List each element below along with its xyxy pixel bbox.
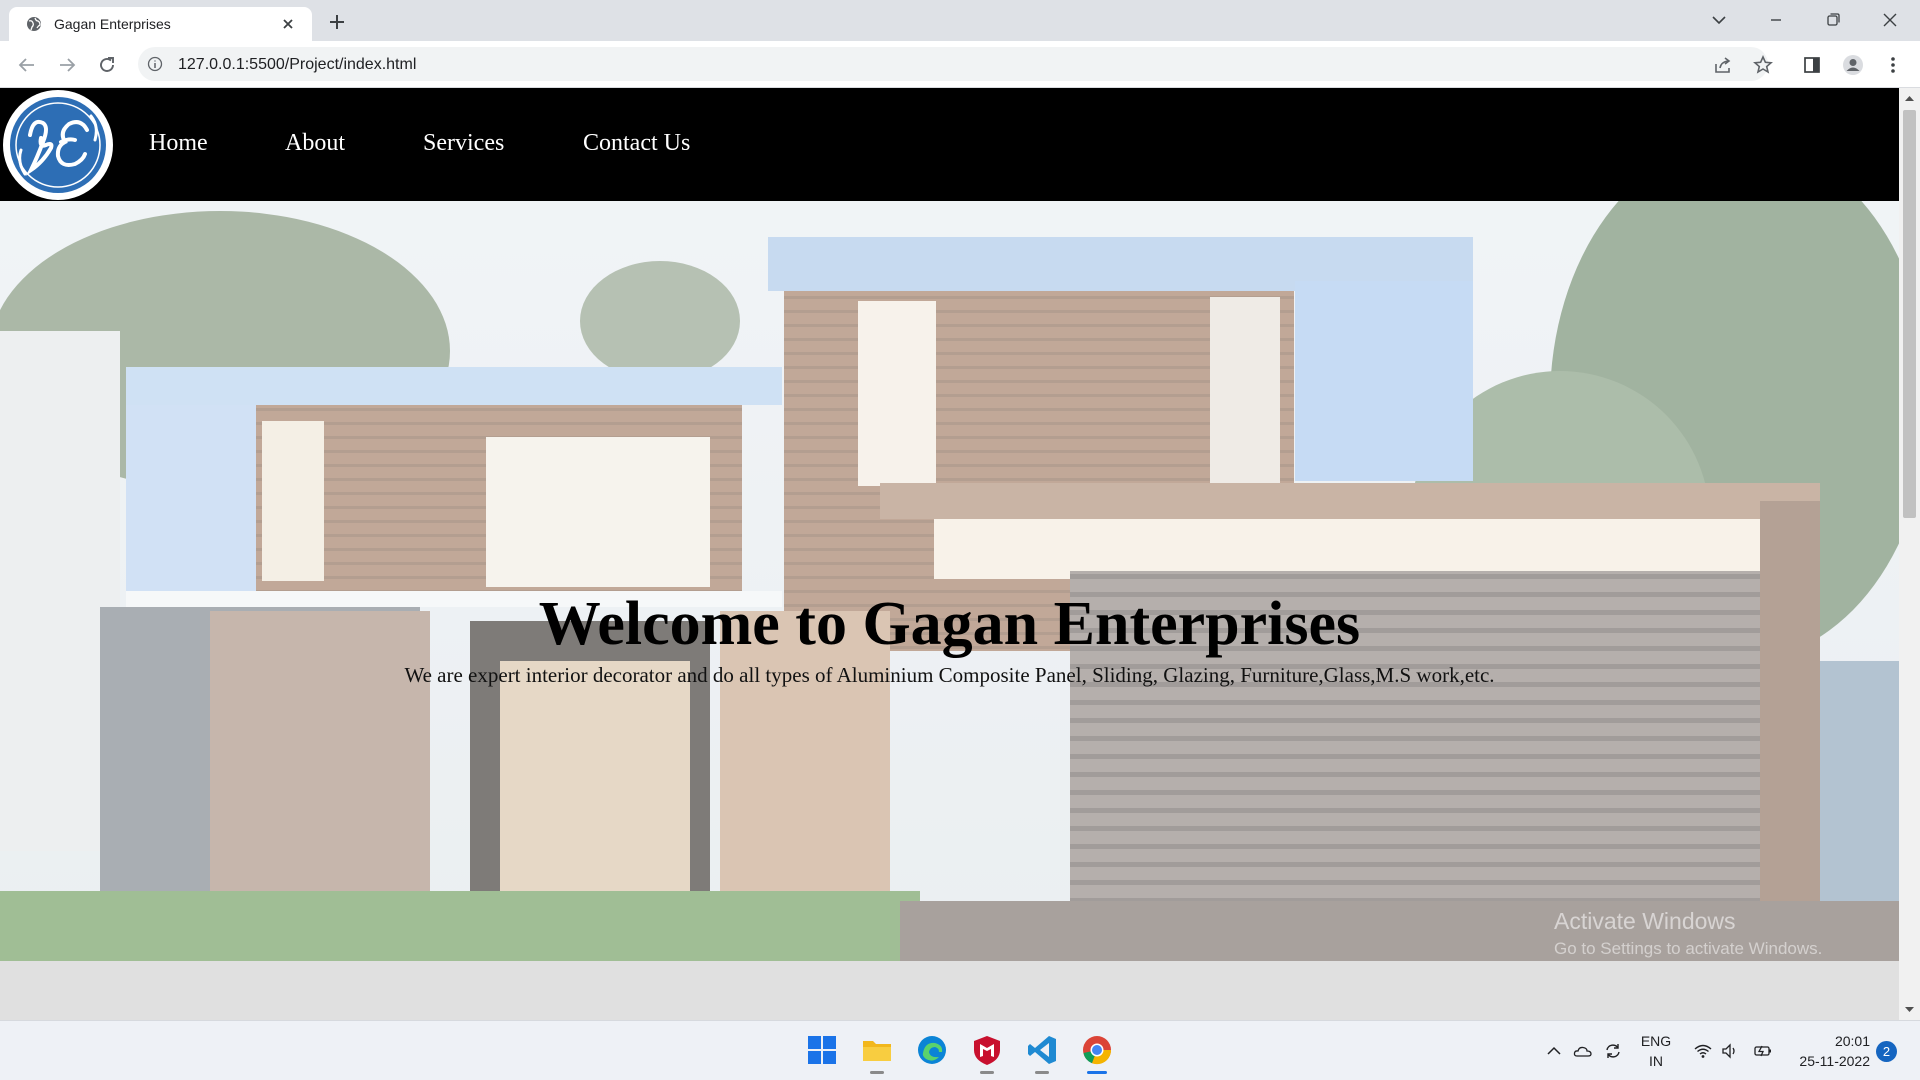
url-text[interactable]: 127.0.0.1:5500/Project/index.html: [178, 56, 416, 74]
chevron-up-icon[interactable]: [1544, 1041, 1564, 1061]
minimize-icon[interactable]: [1763, 8, 1789, 32]
chrome-icon[interactable]: [1080, 1033, 1114, 1067]
page-viewport: Home About Services Contact Us Welcome t…: [0, 88, 1899, 1020]
tab-title: Gagan Enterprises: [54, 16, 171, 32]
ge-monogram-logo[interactable]: [3, 90, 113, 200]
scroll-thumb[interactable]: [1903, 110, 1916, 518]
vscode-icon[interactable]: [1025, 1033, 1059, 1067]
browser-tab-strip: Gagan Enterprises: [0, 0, 1920, 41]
new-tab-icon[interactable]: [326, 11, 348, 33]
site-navbar: Home About Services Contact Us: [0, 88, 1899, 201]
tab-search-icon[interactable]: [1706, 8, 1732, 32]
volume-icon[interactable]: [1720, 1041, 1740, 1061]
nav-about-link[interactable]: About: [285, 130, 345, 157]
globe-icon: [27, 17, 41, 31]
windows-taskbar: ENG IN 20:01 25-11-2022 2: [0, 1020, 1920, 1080]
hero-subtitle: We are expert interior decorator and do …: [404, 663, 1495, 687]
windows-start-icon[interactable]: [805, 1033, 839, 1067]
browser-tab[interactable]: Gagan Enterprises: [9, 7, 312, 41]
clock-date[interactable]: 25-11-2022: [1780, 1053, 1870, 1069]
address-bar[interactable]: 127.0.0.1:5500/Project/index.html: [138, 47, 1768, 81]
bookmark-star-icon[interactable]: [1752, 54, 1774, 76]
mcafee-running-indicator: [980, 1071, 994, 1074]
clock-time[interactable]: 20:01: [1790, 1033, 1870, 1049]
onedrive-cloud-icon[interactable]: [1573, 1041, 1593, 1061]
file-explorer-icon[interactable]: [860, 1033, 894, 1067]
site-info-icon[interactable]: [147, 56, 163, 72]
logo-icon: [5, 92, 111, 198]
scroll-up-arrow-icon[interactable]: [1904, 93, 1915, 104]
activate-windows-title: Activate Windows: [1554, 908, 1736, 934]
vscode-running-indicator: [1035, 1071, 1049, 1074]
restore-icon[interactable]: [1820, 8, 1846, 32]
battery-icon[interactable]: [1753, 1041, 1773, 1061]
browser-toolbar: 127.0.0.1:5500/Project/index.html: [0, 41, 1920, 88]
page-scrollbar[interactable]: [1899, 88, 1920, 1020]
chrome-active-indicator: [1087, 1071, 1107, 1074]
region-indicator[interactable]: IN: [1638, 1053, 1674, 1069]
hero-title: Welcome to Gagan Enterprises: [538, 590, 1361, 658]
reload-icon[interactable]: [96, 54, 118, 76]
profile-avatar-icon[interactable]: [1842, 54, 1864, 76]
hero-section: Welcome to Gagan Enterprises We are expe…: [0, 201, 1899, 1020]
scroll-down-arrow-icon[interactable]: [1904, 1004, 1915, 1015]
side-panel-icon[interactable]: [1801, 54, 1823, 76]
activate-windows-subtitle: Go to Settings to activate Windows.: [1554, 939, 1823, 958]
close-window-icon[interactable]: [1877, 8, 1903, 32]
close-tab-icon[interactable]: [279, 15, 297, 33]
sync-icon[interactable]: [1603, 1041, 1623, 1061]
share-icon[interactable]: [1712, 54, 1734, 76]
wifi-icon[interactable]: [1693, 1041, 1713, 1061]
nav-home-link[interactable]: Home: [149, 130, 208, 157]
explorer-running-indicator: [870, 1071, 884, 1074]
back-icon[interactable]: [16, 54, 38, 76]
nav-contact-link[interactable]: Contact Us: [583, 130, 690, 157]
language-indicator[interactable]: ENG: [1638, 1033, 1674, 1049]
nav-services-link[interactable]: Services: [423, 130, 504, 157]
browser-menu-icon[interactable]: [1882, 54, 1904, 76]
forward-icon[interactable]: [56, 54, 78, 76]
edge-icon[interactable]: [915, 1033, 949, 1067]
mcafee-icon[interactable]: [970, 1033, 1004, 1067]
notification-badge[interactable]: 2: [1876, 1041, 1897, 1062]
